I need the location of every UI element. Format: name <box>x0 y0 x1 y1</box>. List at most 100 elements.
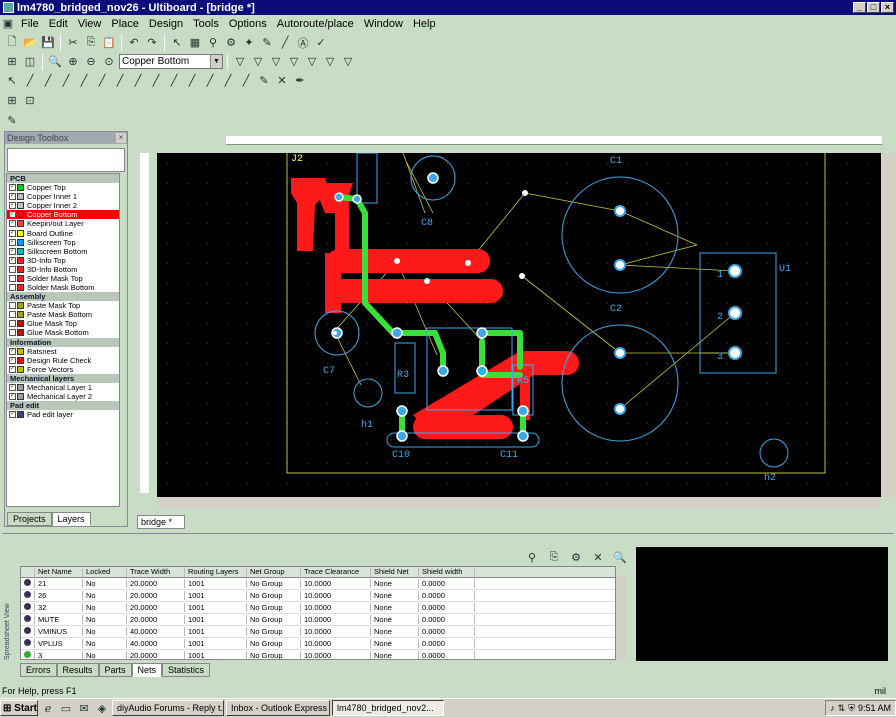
table-cell[interactable]: No Group <box>247 591 301 600</box>
tray-clock[interactable]: 9:51 AM <box>858 703 891 713</box>
settings-icon[interactable]: ⚙ <box>568 549 584 565</box>
table-cell[interactable]: No Group <box>247 603 301 612</box>
layer-checkbox[interactable] <box>9 311 16 319</box>
layer-color-swatch[interactable] <box>17 311 24 319</box>
layer-checkbox[interactable]: ✓ <box>9 256 16 264</box>
layer-checkbox[interactable]: ✓ <box>9 383 16 391</box>
layer-checkbox[interactable] <box>9 302 16 310</box>
layer-checkbox[interactable]: ✓ <box>9 365 16 373</box>
table-cell[interactable]: 21 <box>35 579 83 588</box>
quicklaunch-desktop-icon[interactable]: ▭ <box>58 700 74 716</box>
start-button[interactable]: ⊞ Start <box>0 700 38 716</box>
table-cell[interactable]: 26 <box>35 591 83 600</box>
layer-checkbox[interactable]: ✓ <box>9 229 16 237</box>
layer-color-swatch[interactable] <box>17 229 24 237</box>
line5-icon[interactable]: ╱ <box>94 73 110 89</box>
table-cell[interactable]: 3 <box>35 651 83 659</box>
layer-checkbox[interactable]: ✓ <box>9 347 16 355</box>
table-cell[interactable]: No <box>83 603 127 612</box>
table-cell[interactable]: 32 <box>35 603 83 612</box>
table-cell[interactable]: None <box>371 627 419 636</box>
table-cell[interactable]: MUTE <box>35 615 83 624</box>
table-cell[interactable]: 10.0000 <box>301 615 371 624</box>
tab-statistics[interactable]: Statistics <box>162 663 211 677</box>
layer-color-swatch[interactable] <box>17 202 24 210</box>
layer-item-design-rule-check[interactable]: ✓ Design Rule Check <box>7 356 119 365</box>
tab-errors[interactable]: Errors <box>20 663 57 677</box>
layer-color-swatch[interactable] <box>17 238 24 246</box>
table-cell[interactable]: 10.0000 <box>301 591 371 600</box>
chevron-down-icon[interactable]: ▼ <box>210 55 222 68</box>
tab-layers[interactable]: Layers <box>51 512 91 526</box>
line10-icon[interactable]: ╱ <box>184 73 200 89</box>
table-cell[interactable]: No Group <box>247 615 301 624</box>
pcb-board[interactable]: C1 C2 C8 C7 C10 C11 h1 h2 R3 R5 U1 J2 1 … <box>157 152 881 497</box>
table-cell[interactable]: 1001 <box>185 651 247 659</box>
line11-icon[interactable]: ╱ <box>202 73 218 89</box>
table-cell[interactable]: No <box>83 639 127 648</box>
layer-color-swatch[interactable] <box>17 356 24 364</box>
table-cell[interactable]: 10.0000 <box>301 579 371 588</box>
toolbox-close-icon[interactable]: × <box>116 133 126 143</box>
line2-icon[interactable]: ╱ <box>40 73 56 89</box>
table-cell[interactable]: No <box>83 615 127 624</box>
layer-color-swatch[interactable] <box>17 184 24 192</box>
line8-icon[interactable]: ╱ <box>148 73 164 89</box>
table-cell[interactable]: No <box>83 651 127 659</box>
redo-icon[interactable]: ↷ <box>144 35 160 51</box>
layer-checkbox[interactable]: ✓ <box>9 392 16 400</box>
layer-item-keepin-out-layer[interactable]: ✓ Keepin/out Layer <box>7 219 119 228</box>
pcb-drawing[interactable]: C1 C2 C8 C7 C10 C11 h1 h2 R3 R5 U1 J2 1 … <box>157 152 881 497</box>
table-cell[interactable]: 20.0000 <box>127 603 185 612</box>
layer-color-swatch[interactable] <box>17 265 24 273</box>
layer-color-swatch[interactable] <box>17 320 24 328</box>
route-icon[interactable]: ✎ <box>256 73 272 89</box>
table-cell[interactable]: VPLUS <box>35 639 83 648</box>
layer-checkbox[interactable] <box>9 284 16 292</box>
filter-2-icon[interactable]: ▽ <box>250 54 266 70</box>
line-icon[interactable]: ╱ <box>22 73 38 89</box>
zoom-in-icon[interactable]: ⊕ <box>65 54 81 70</box>
zoom-fit-icon[interactable]: ⊙ <box>101 54 117 70</box>
close-button[interactable]: × <box>881 2 894 13</box>
new-icon[interactable]: 🗋 <box>4 35 20 51</box>
table-row[interactable]: MUTE No 20.0000 1001 No Group 10.0000 None 0.00… <box>21 614 615 626</box>
menu-edit[interactable]: Edit <box>44 18 73 30</box>
table-cell[interactable]: No <box>83 591 127 600</box>
table-cell[interactable]: 1001 <box>185 579 247 588</box>
table-row[interactable]: 32 No 20.0000 1001 No Group 10.0000 None 0.0000 <box>21 602 615 614</box>
layer-item-glue-mask-top[interactable]: Glue Mask Top <box>7 319 119 328</box>
layer-checkbox[interactable]: ✓ <box>9 220 16 228</box>
layer-2d-icon[interactable]: ⊞ <box>4 54 20 70</box>
table-cell[interactable]: 0.0000 <box>419 579 475 588</box>
document-tab[interactable]: bridge * <box>137 515 185 529</box>
autoroute-icon[interactable]: Ⓐ <box>295 35 311 51</box>
table-row[interactable]: VMINUS No 40.0000 1001 No Group 10.0000 None 0.… <box>21 626 615 638</box>
find-icon[interactable]: ⚲ <box>524 549 540 565</box>
table-cell[interactable]: 0.0000 <box>419 615 475 624</box>
table-cell[interactable]: 40.0000 <box>127 639 185 648</box>
cut-icon[interactable]: ✂ <box>65 35 81 51</box>
table-cell[interactable]: 1001 <box>185 603 247 612</box>
layer-checkbox[interactable]: ✓ <box>9 193 16 201</box>
pencil-icon[interactable]: ✎ <box>4 113 20 129</box>
menu-tools[interactable]: Tools <box>188 18 224 30</box>
layer-color-swatch[interactable] <box>17 383 24 391</box>
canvas-vertical-scrollbar[interactable] <box>882 153 895 497</box>
zoom-window-icon[interactable]: 🔍 <box>47 54 63 70</box>
layer-item-paste-mask-bottom[interactable]: Paste Mask Bottom <box>7 310 119 319</box>
layer-select[interactable]: Copper Bottom ▼ <box>119 54 223 69</box>
layer-color-swatch[interactable] <box>17 193 24 201</box>
line13-icon[interactable]: ╱ <box>238 73 254 89</box>
line12-icon[interactable]: ╱ <box>220 73 236 89</box>
wizard-icon[interactable]: ✦ <box>241 35 257 51</box>
spreadsheet-icon[interactable]: ▦ <box>187 35 203 51</box>
layer-item-mechanical-layer-2[interactable]: ✓ Mechanical Layer 2 <box>7 392 119 401</box>
line9-icon[interactable]: ╱ <box>166 73 182 89</box>
app-icon[interactable] <box>3 2 14 13</box>
table-cell[interactable]: VMINUS <box>35 627 83 636</box>
table-row[interactable]: VPLUS No 40.0000 1001 No Group 10.0000 None 0.0… <box>21 638 615 650</box>
filter-6-icon[interactable]: ▽ <box>322 54 338 70</box>
line6-icon[interactable]: ╱ <box>112 73 128 89</box>
table-cell[interactable]: None <box>371 603 419 612</box>
